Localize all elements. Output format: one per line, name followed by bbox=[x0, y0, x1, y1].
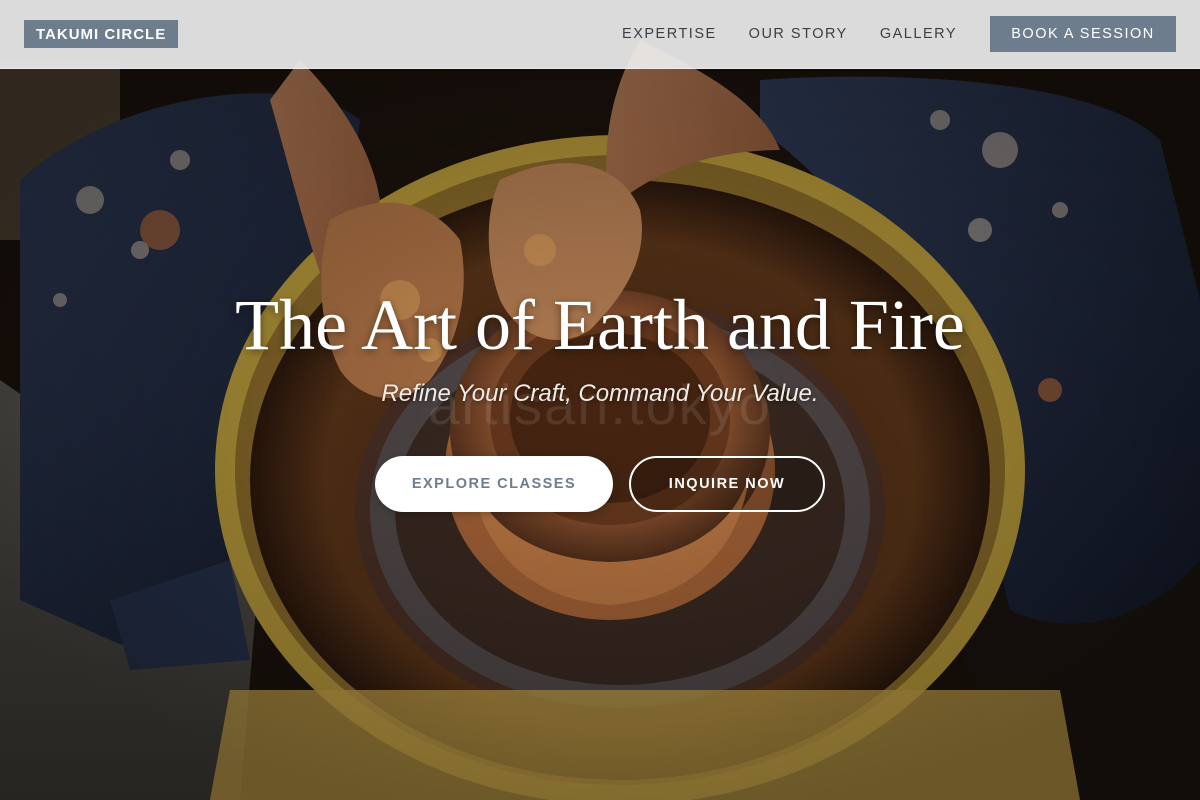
hero-content: The Art of Earth and Fire Refine Your Cr… bbox=[0, 280, 1200, 408]
inquire-now-button[interactable]: INQUIRE NOW bbox=[629, 456, 825, 512]
nav-link-gallery[interactable]: GALLERY bbox=[880, 26, 957, 42]
explore-classes-button[interactable]: EXPLORE CLASSES bbox=[375, 456, 613, 512]
hero-buttons: EXPLORE CLASSES INQUIRE NOW bbox=[0, 456, 1200, 512]
top-navbar: TAKUMI CIRCLE EXPERTISE OUR STORY GALLER… bbox=[0, 0, 1200, 69]
nav-link-expertise[interactable]: EXPERTISE bbox=[622, 26, 717, 42]
hero-subtitle: Refine Your Craft, Command Your Value. bbox=[381, 380, 819, 407]
book-session-button[interactable]: BOOK A SESSION bbox=[990, 16, 1176, 52]
main-nav: EXPERTISE OUR STORY GALLERY BOOK A SESSI… bbox=[622, 16, 1176, 52]
brand-logo[interactable]: TAKUMI CIRCLE bbox=[24, 20, 179, 48]
nav-link-our-story[interactable]: OUR STORY bbox=[749, 26, 848, 42]
hero-title: The Art of Earth and Fire bbox=[235, 285, 965, 365]
